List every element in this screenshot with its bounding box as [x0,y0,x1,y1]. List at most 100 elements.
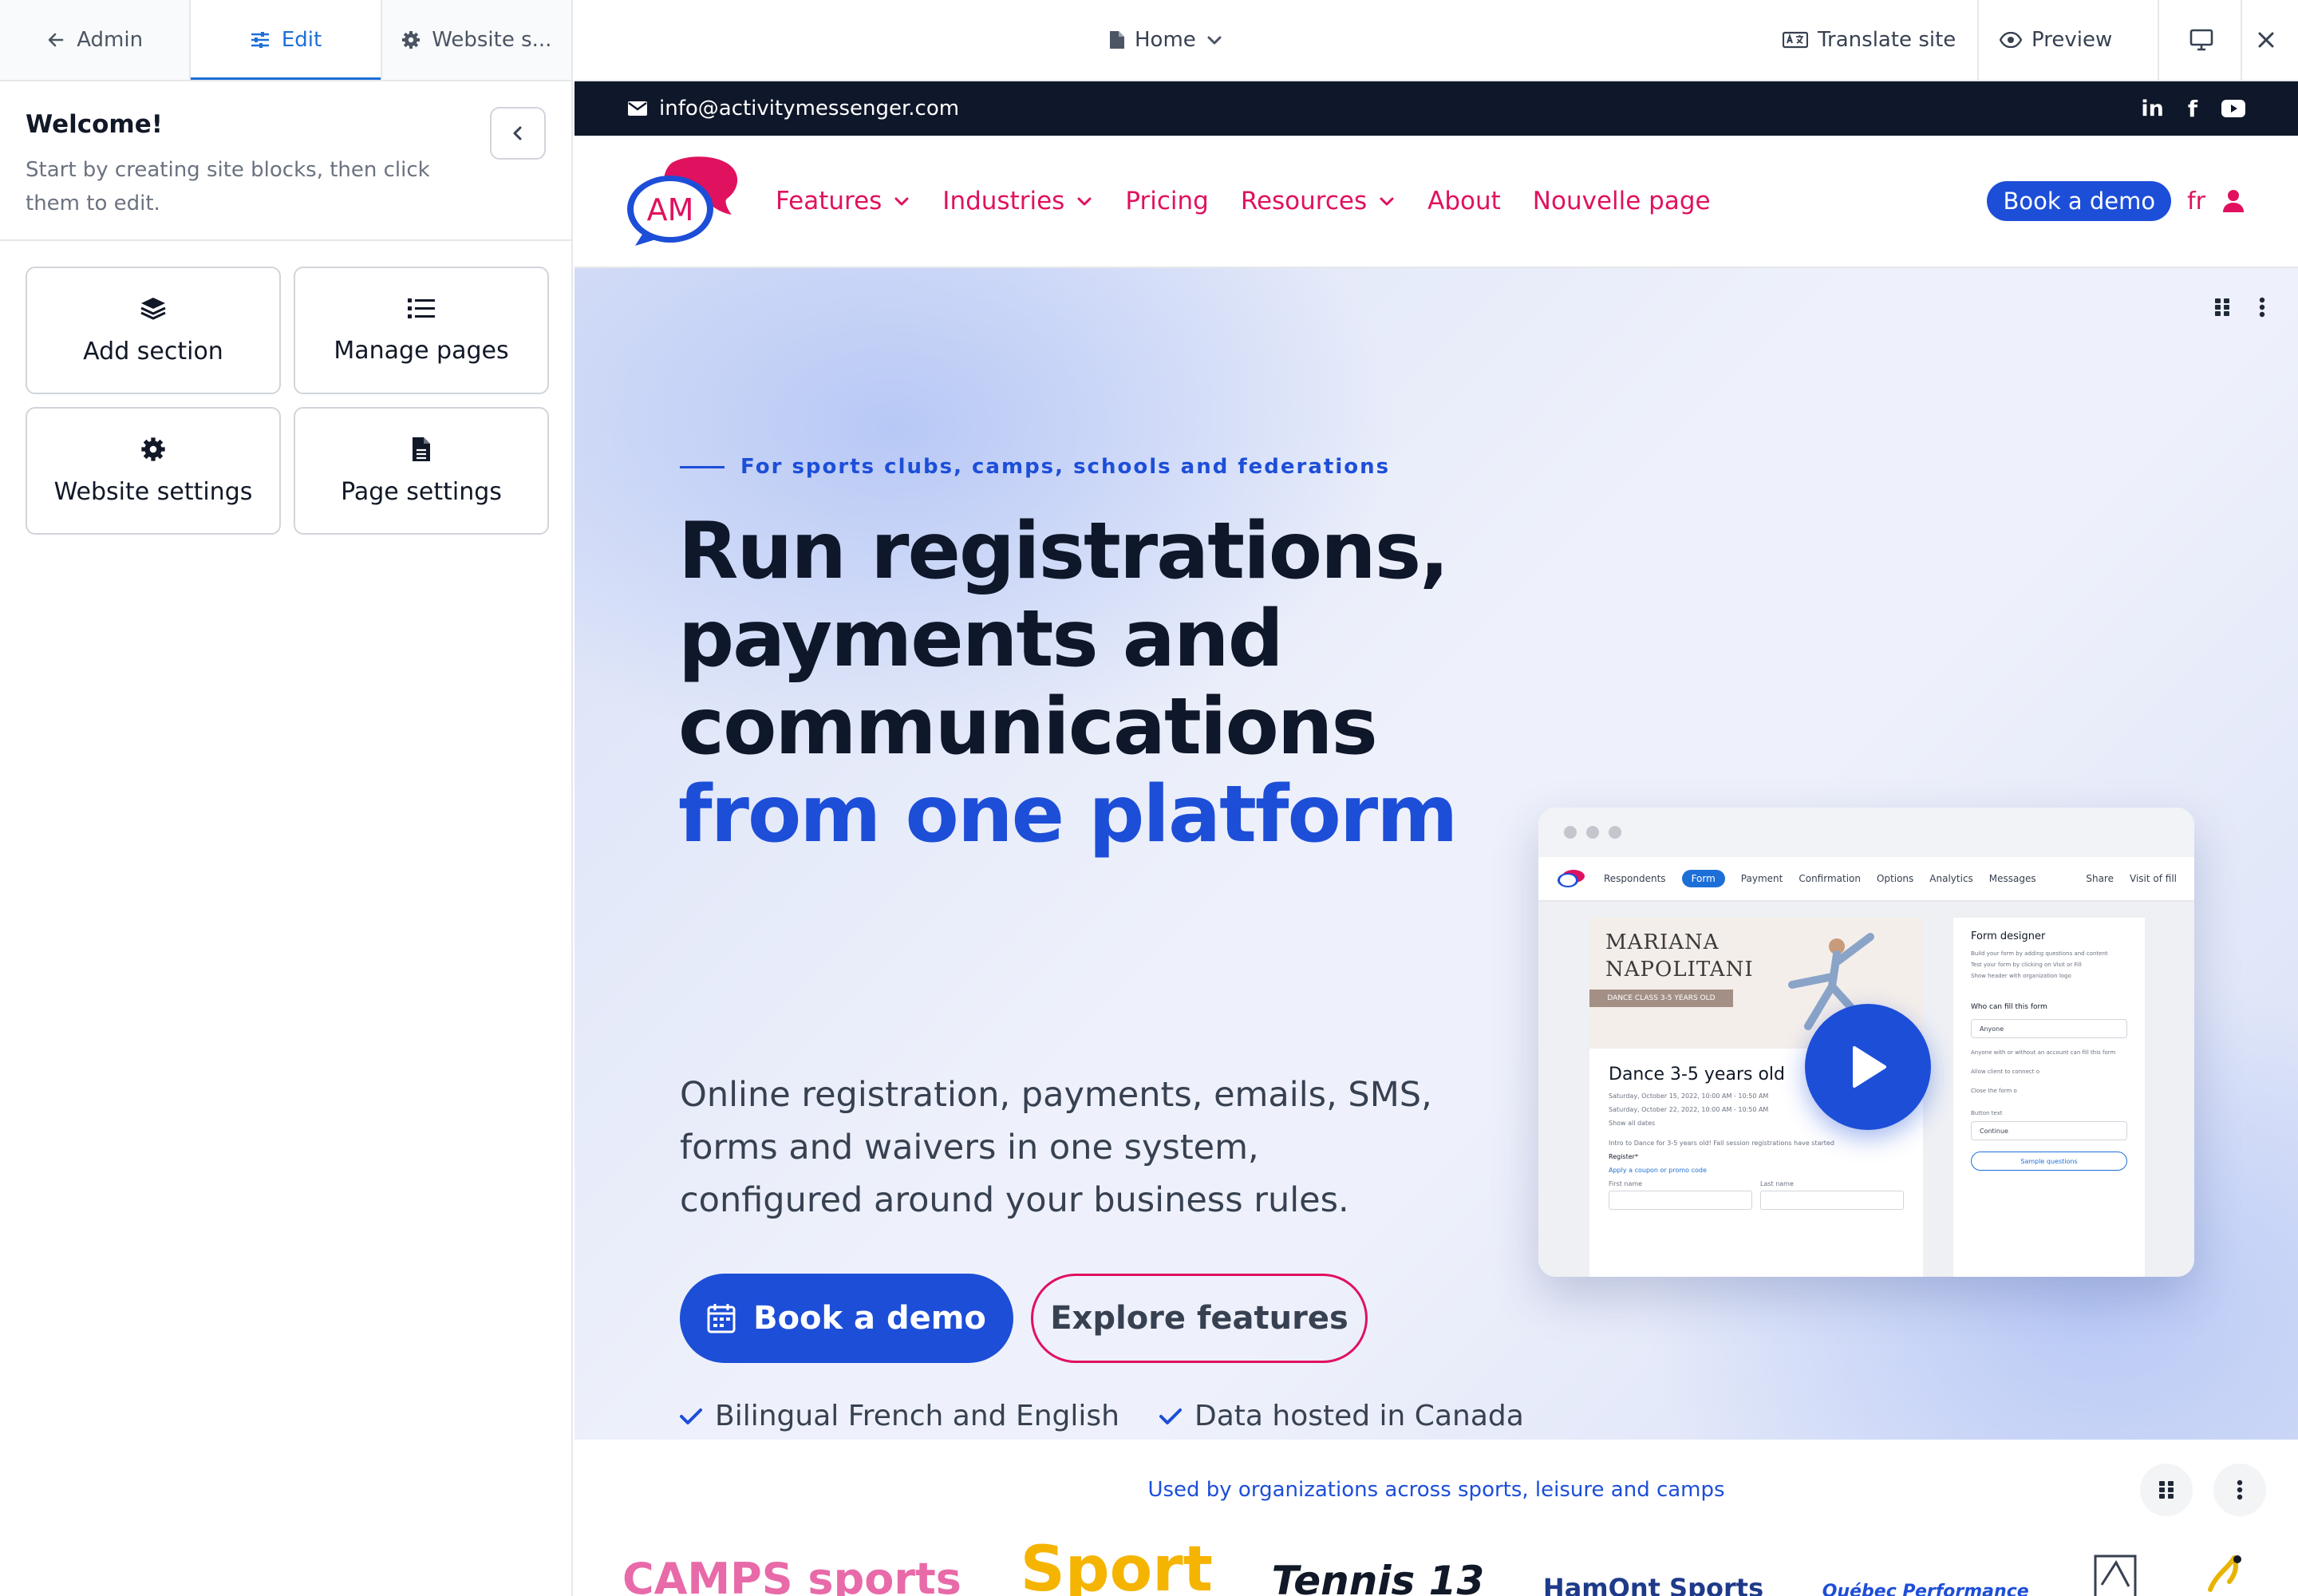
hero-highlights: Bilingual French and English Data hosted… [680,1400,1524,1432]
envelope-icon [628,101,647,116]
eye-icon [2000,32,2022,48]
tab-admin[interactable]: Admin [0,0,192,80]
highlight-canada: Data hosted in Canada [1159,1400,1524,1432]
highlight-canada-text: Data hosted in Canada [1194,1400,1524,1432]
section-tools [2213,297,2266,318]
mockup-banner-name: MARIANA NAPOLITANI [1605,929,1754,983]
site-preview: info@activitymessenger.com in f AM Featu… [574,81,2298,1596]
am-logo-icon [1558,870,1585,887]
tab-edit[interactable]: Edit [191,0,382,80]
website-settings-button[interactable]: Website settings [26,407,281,535]
youtube-icon[interactable] [2221,100,2245,117]
check-icon [680,1408,702,1424]
mockup-continue-field: Continue [1971,1121,2127,1140]
mockup-coupon: Apply a coupon or promo code [1609,1167,1707,1174]
nav-industries[interactable]: Industries [942,187,1093,215]
main-menu: Features Industries Pricing Resources Ab… [776,187,1711,215]
hero-eyebrow: For sports clubs, camps, schools and fed… [680,455,1390,479]
chevron-down-icon [1207,36,1222,45]
page-selector[interactable]: Home [1109,0,1223,80]
page-selector-label: Home [1135,28,1196,52]
nav-new-page-label: Nouvelle page [1532,187,1711,215]
manage-pages-label: Manage pages [334,336,509,365]
mockup-allow-connect: Allow client to connect o [1971,1069,2040,1075]
manage-pages-button[interactable]: Manage pages [294,267,549,394]
mockup-tab: Messages [1988,873,2036,884]
explore-features-label: Explore features [1050,1300,1348,1337]
file-icon [413,437,430,461]
client-logo: Québec Performance [1822,1582,2029,1596]
close-editor-button[interactable] [2257,0,2276,80]
mockup-designer-title: Form designer [1971,930,2046,942]
translate-site-button[interactable]: Translate site [1783,0,1956,80]
logos-title: Used by organizations across sports, lei… [1147,1478,1725,1502]
chevron-down-icon [1077,197,1092,206]
list-icon [408,298,435,318]
tab-edit-label: Edit [281,28,322,52]
client-logo: HamOnt Sports [1542,1573,1764,1596]
user-icon[interactable] [2221,189,2245,213]
linkedin-icon[interactable]: in [2141,97,2163,121]
gear-icon [402,31,421,49]
nav-resources-label: Resources [1240,187,1368,215]
logos-section-tools [2140,1464,2266,1516]
highlight-bilingual-text: Bilingual French and English [715,1400,1119,1432]
client-logo: Tennis 13 [1271,1558,1485,1596]
page-settings-label: Page settings [341,477,502,506]
facebook-icon[interactable]: f [2188,96,2197,122]
chevron-down-icon [894,197,909,206]
mockup-who-note: Anyone with or without an account can fi… [1971,1049,2116,1056]
nav-pricing[interactable]: Pricing [1125,187,1209,215]
site-logo[interactable]: AM [624,153,752,249]
book-demo-button[interactable]: Book a demo [680,1274,1013,1363]
editor-tiles: Add section Manage pages Website setting… [0,241,571,560]
welcome-title: Welcome! [26,110,163,139]
translate-icon [1783,31,1808,49]
nav-resources[interactable]: Resources [1241,187,1396,215]
mockup-share: Share [2086,873,2114,884]
mockup-designer-tip-1: Build your form by adding questions and … [1971,950,2108,957]
mockup-tab: Analytics [1929,873,1973,884]
contact-email[interactable]: info@activitymessenger.com [627,97,959,120]
editor-sidebar: Admin Edit Website s... Welcome! Start b… [0,0,573,1596]
am-logo-icon: AM [627,156,738,246]
mockup-visit: Visit of fill [2130,873,2177,884]
welcome-panel: Welcome! Start by creating site blocks, … [0,81,571,241]
device-toggle-button[interactable] [2189,0,2213,80]
nav-about[interactable]: About [1427,187,1501,215]
more-options-button[interactable] [2213,1464,2266,1516]
drag-handle-icon [2159,1481,2174,1499]
preview-label: Preview [2031,28,2113,52]
welcome-text: Start by creating site blocks, then clic… [26,158,430,215]
mockup-tab: Confirmation [1799,873,1861,884]
hero-title-line-2: payments and [678,594,1284,685]
drag-handle-button[interactable] [2140,1464,2193,1516]
nav-industries-label: Industries [942,187,1065,215]
mockup-tab-active: Form [1681,870,1725,887]
eyebrow-line [680,465,725,468]
mockup-show-header: Show header with organization logo [1971,973,2071,979]
play-video-button[interactable] [1805,1004,1931,1130]
logos-section: Used by organizations across sports, lei… [574,1440,2298,1596]
mockup-last-name: Last name [1760,1180,1794,1187]
explore-features-button[interactable]: Explore features [1031,1274,1368,1363]
tab-website-settings[interactable]: Website s... [382,0,571,80]
mockup-tabs: Respondents Form Payment Confirmation Op… [1538,857,2194,902]
nav-book-demo-button[interactable]: Book a demo [1987,181,2172,221]
logo-text: AM [647,192,694,227]
nav-about-label: About [1427,187,1501,215]
page-settings-button[interactable]: Page settings [294,407,549,535]
add-section-button[interactable]: Add section [26,267,281,394]
translate-site-label: Translate site [1818,28,1956,52]
collapse-sidebar-button[interactable] [490,107,546,160]
play-icon [1853,1046,1886,1088]
nav-features[interactable]: Features [776,187,910,215]
arrow-left-icon [48,33,64,47]
drag-handle-icon[interactable] [2213,297,2231,318]
more-options-icon[interactable] [2258,297,2266,318]
editor-tabs: Admin Edit Website s... [0,0,571,81]
nav-new-page[interactable]: Nouvelle page [1533,187,1711,215]
client-logos: CAMPS sports Sport Tennis 13 HamOnt Spor… [622,1539,2250,1596]
language-switch[interactable]: fr [2187,188,2205,215]
preview-button[interactable]: Preview [2000,0,2112,80]
